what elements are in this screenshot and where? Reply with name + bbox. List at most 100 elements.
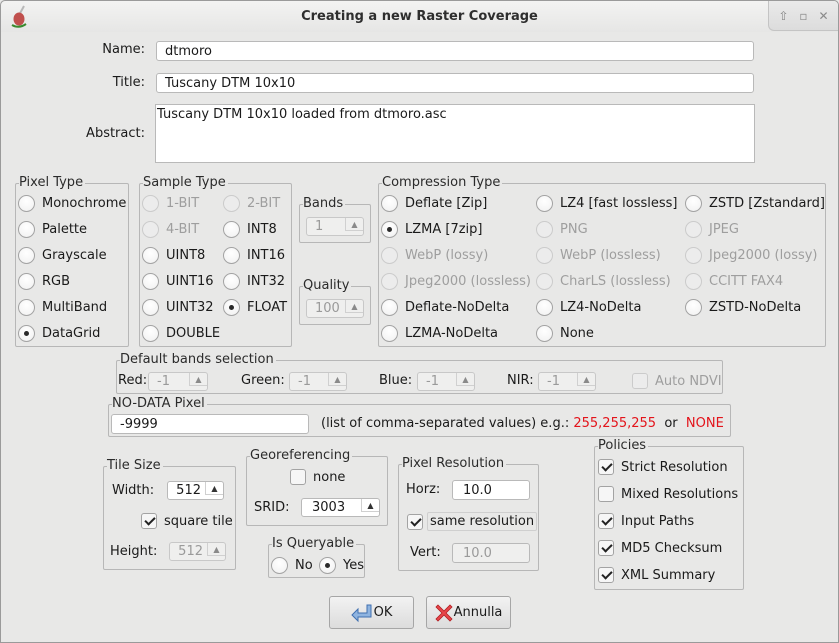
- abstract-textarea[interactable]: Tuscany DTM 10x10 loaded from dtmoro.asc: [155, 104, 755, 163]
- compression-webp-lossy-radio[interactable]: WebP (lossy): [381, 247, 488, 264]
- title-input[interactable]: Tuscany DTM 10x10: [156, 73, 754, 93]
- tile-width-label: Width:: [112, 483, 155, 498]
- policy-strict-resolution-checkbox[interactable]: Strict Resolution: [598, 459, 728, 475]
- georef-none-label: none: [313, 469, 346, 485]
- compression-deflate-nodelta-radio[interactable]: Deflate-NoDelta: [381, 299, 509, 316]
- pixel-type-grayscale-radio[interactable]: Grayscale: [18, 247, 107, 264]
- compression-lzma-7zip-radio[interactable]: LZMA [7zip]: [381, 221, 483, 238]
- compression-zstd-zstandard-radio[interactable]: ZSTD [Zstandard]: [685, 195, 825, 212]
- spin-up-icon[interactable]: ▲: [345, 300, 363, 313]
- georef-none-checkbox[interactable]: none: [290, 469, 345, 485]
- sample-type-float-radio[interactable]: FLOAT: [223, 299, 287, 316]
- tile-width-value: 512: [176, 483, 201, 498]
- spin-up-icon[interactable]: ▲: [328, 373, 346, 386]
- sample-type-4-bit-radio[interactable]: 4-BIT: [142, 221, 199, 238]
- pixel-type-legend: Pixel Type: [19, 175, 86, 190]
- compression-jpeg2000-lossless-radio[interactable]: Jpeg2000 (lossless): [381, 273, 531, 290]
- sample-type-int32-radio-label: INT32: [247, 274, 286, 289]
- bands-spinner[interactable]: 1 ▲: [306, 217, 364, 236]
- compression-webp-lossless-radio[interactable]: WebP (lossless): [536, 247, 661, 264]
- radio-circle: [381, 299, 398, 316]
- compression-png-radio[interactable]: PNG: [536, 221, 588, 238]
- spin-up-icon[interactable]: ▲: [577, 373, 595, 386]
- compression-jpeg-radio[interactable]: JPEG: [685, 221, 739, 238]
- spin-up-icon[interactable]: ▲: [207, 543, 225, 556]
- spin-up-icon[interactable]: ▲: [345, 218, 363, 231]
- ok-button[interactable]: OK: [329, 596, 414, 629]
- spin-up-icon[interactable]: ▲: [189, 373, 207, 386]
- compression-jpeg2000-lossy-radio[interactable]: Jpeg2000 (lossy): [685, 247, 818, 264]
- blue-label: Blue:: [379, 373, 413, 388]
- green-spinner[interactable]: -1 ▲: [289, 372, 347, 391]
- queryable-no-label: No: [295, 558, 313, 573]
- compression-ccitt-fax4-radio[interactable]: CCITT FAX4: [685, 273, 783, 290]
- up-icon[interactable]: ⇧: [778, 9, 788, 23]
- quality-spinner[interactable]: 100 ▲: [306, 299, 364, 318]
- compression-zstd-nodelta-radio[interactable]: ZSTD-NoDelta: [685, 299, 801, 316]
- spin-up-icon[interactable]: ▲: [205, 482, 223, 495]
- nodata-input[interactable]: -9999: [111, 414, 309, 434]
- sample-type-double-radio[interactable]: DOUBLE: [142, 325, 220, 342]
- policy-label: Input Paths: [621, 513, 695, 529]
- compression-lz4-fast-lossless-radio-label: LZ4 [fast lossless]: [560, 196, 678, 211]
- radio-circle: [223, 221, 240, 238]
- auto-ndvi-checkbox[interactable]: Auto NDVI: [632, 373, 722, 389]
- sample-type-int8-radio[interactable]: INT8: [223, 221, 277, 238]
- close-icon[interactable]: ✕: [818, 9, 828, 23]
- queryable-no-radio[interactable]: No: [271, 557, 313, 574]
- maximize-icon[interactable]: ▫: [799, 9, 807, 23]
- policy-xml-summary-checkbox[interactable]: XML Summary: [598, 567, 715, 583]
- blue-spinner[interactable]: -1 ▲: [417, 372, 475, 391]
- spin-up-icon[interactable]: ▲: [361, 499, 379, 512]
- policy-input-paths-checkbox[interactable]: Input Paths: [598, 513, 694, 529]
- enter-arrow-icon: [350, 604, 372, 622]
- policy-label: Mixed Resolutions: [621, 486, 739, 502]
- tile-width-spinner[interactable]: 512 ▲: [167, 481, 224, 500]
- pixel-type-palette-radio[interactable]: Palette: [18, 221, 87, 238]
- pixel-type-multiband-radio[interactable]: MultiBand: [18, 299, 107, 316]
- cancel-button[interactable]: Annulla: [426, 596, 511, 629]
- sample-type-uint8-radio[interactable]: UINT8: [142, 247, 205, 264]
- compression-charls-lossless-radio[interactable]: CharLS (lossless): [536, 273, 671, 290]
- compression-lz4-nodelta-radio[interactable]: LZ4-NoDelta: [536, 299, 641, 316]
- spin-up-icon[interactable]: ▲: [456, 373, 474, 386]
- srid-spinner[interactable]: 3003 ▲: [301, 498, 380, 517]
- square-tile-checkbox[interactable]: square tile: [141, 513, 233, 529]
- sample-type-int16-radio[interactable]: INT16: [223, 247, 285, 264]
- red-spinner[interactable]: -1 ▲: [148, 372, 208, 391]
- sample-type-uint16-radio[interactable]: UINT16: [142, 273, 214, 290]
- nir-spinner[interactable]: -1 ▲: [538, 372, 596, 391]
- sample-type-2-bit-radio[interactable]: 2-BIT: [223, 195, 280, 212]
- vert-input[interactable]: 10.0: [452, 543, 530, 563]
- tile-height-spinner[interactable]: 512 ▲: [169, 542, 226, 561]
- compression-lz4-fast-lossless-radio[interactable]: LZ4 [fast lossless]: [536, 195, 678, 212]
- vert-label: Vert:: [410, 545, 441, 560]
- compression-none-radio[interactable]: None: [536, 325, 594, 342]
- radio-circle: [536, 273, 553, 290]
- radio-circle: [685, 195, 702, 212]
- sample-type-1-bit-radio[interactable]: 1-BIT: [142, 195, 199, 212]
- pixel-type-monochrome-radio[interactable]: Monochrome: [18, 195, 126, 212]
- blue-value: -1: [426, 374, 439, 389]
- compression-deflate-zip-radio[interactable]: Deflate [Zip]: [381, 195, 487, 212]
- radio-circle: [142, 273, 159, 290]
- queryable-yes-radio[interactable]: Yes: [319, 557, 364, 574]
- cancel-label: Annulla: [453, 605, 503, 620]
- same-resolution-checkbox[interactable]: same resolution: [407, 512, 538, 531]
- policy-md5-checksum-checkbox[interactable]: MD5 Checksum: [598, 540, 722, 556]
- title-bar[interactable]: Creating a new Raster Coverage ⇧ ▫ ✕: [1, 1, 838, 32]
- radio-circle: [536, 325, 553, 342]
- compression-webp-lossy-radio-label: WebP (lossy): [405, 248, 489, 263]
- sample-type-int32-radio[interactable]: INT32: [223, 273, 285, 290]
- sample-type-uint32-radio[interactable]: UINT32: [142, 299, 214, 316]
- radio-circle: [142, 195, 159, 212]
- compression-lzma-nodelta-radio[interactable]: LZMA-NoDelta: [381, 325, 498, 342]
- name-input[interactable]: dtmoro: [156, 41, 754, 61]
- horz-input[interactable]: 10.0: [452, 480, 530, 500]
- policy-mixed-resolutions-checkbox[interactable]: Mixed Resolutions: [598, 486, 738, 502]
- sample-type-2-bit-radio-label: 2-BIT: [247, 196, 281, 211]
- window-title: Creating a new Raster Coverage: [301, 9, 538, 24]
- pixel-type-rgb-radio[interactable]: RGB: [18, 273, 70, 290]
- compression-ccitt-fax4-radio-label: CCITT FAX4: [709, 274, 784, 289]
- pixel-type-datagrid-radio[interactable]: DataGrid: [18, 325, 100, 342]
